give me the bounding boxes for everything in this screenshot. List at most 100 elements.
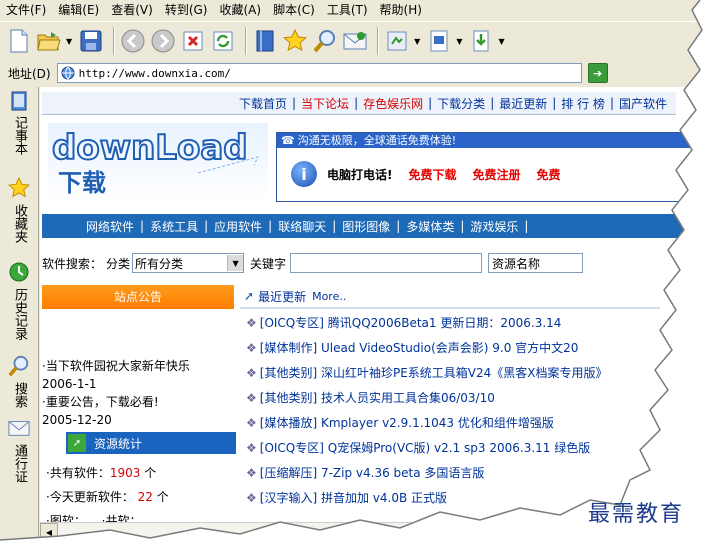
- nav-link-latest[interactable]: 最近更新: [494, 95, 552, 112]
- item-category[interactable]: [媒体制作]: [260, 341, 317, 355]
- menu-script[interactable]: 脚本(C): [267, 0, 321, 20]
- chevron-down-icon[interactable]: ▼: [66, 37, 72, 46]
- nav-link-home[interactable]: 下载首页: [234, 95, 292, 112]
- sidebar-item-search[interactable]: 搜索: [4, 355, 34, 408]
- nav-link-ranking[interactable]: 排 行 榜: [556, 95, 610, 112]
- item-category[interactable]: [媒体播放]: [260, 416, 317, 430]
- item-title[interactable]: 腾讯QQ2006Beta1 更新日期：2006.3.14: [328, 316, 562, 330]
- latest-header: ➚ 最近更新 More..: [240, 285, 660, 309]
- arrow-icon: ➚: [244, 289, 255, 303]
- favorites-button[interactable]: [282, 28, 308, 54]
- category-label: 分类: [106, 256, 131, 271]
- ad-banner[interactable]: ☎ 沟通无极限，全球通话免费体验! i 电脑打电话! 免费下载 免费注册 免费: [276, 132, 713, 202]
- item-title[interactable]: Q宠保姆Pro(VC版) v2.1 sp3 2006.3.11 绿色版: [328, 441, 590, 455]
- list-item[interactable]: ❖ [OICQ专区] Q宠保姆Pro(VC版) v2.1 sp3 2006.3.1…: [246, 436, 706, 461]
- ad-link-download[interactable]: 免费下载: [408, 166, 456, 183]
- ad-title-text: 沟通无极限，全球通话免费体验!: [297, 134, 457, 147]
- site-logo[interactable]: downLoad 下载: [48, 123, 268, 201]
- menu-favorites[interactable]: 收藏(A): [213, 0, 267, 20]
- chevron-down-icon[interactable]: ▼: [498, 37, 504, 46]
- item-title[interactable]: 拼音加加 v4.0B 正式版: [321, 491, 447, 505]
- settings-button[interactable]: [384, 28, 410, 54]
- stats-today: ·今天更新软件： 22 个: [46, 485, 246, 509]
- keyword-input[interactable]: [290, 253, 483, 273]
- settings-icon: [387, 31, 407, 51]
- forward-icon: [151, 29, 175, 53]
- cat-link-apps[interactable]: 应用软件: [208, 218, 268, 235]
- list-item[interactable]: ❖ [OICQ专区] 腾讯QQ2006Beta1 更新日期：2006.3.14: [246, 311, 706, 336]
- menu-bar: 文件(F) 编辑(E) 查看(V) 转到(G) 收藏(A) 脚本(C) 工具(T…: [0, 0, 713, 20]
- category-select-value: 所有分类: [135, 256, 184, 271]
- menu-view[interactable]: 查看(V): [105, 0, 159, 20]
- item-title[interactable]: 深山红叶袖珍PE系统工具箱V24《黑客X档案专用版》: [321, 366, 608, 380]
- item-category[interactable]: [其他类别]: [260, 366, 317, 380]
- logo-subtext: 下载: [58, 169, 106, 197]
- cat-link-games[interactable]: 游戏娱乐: [464, 218, 524, 235]
- item-title[interactable]: Kmplayer v2.9.1.1043 优化和组件增强版: [321, 416, 554, 430]
- cat-link-network[interactable]: 网络软件: [80, 218, 140, 235]
- download-button[interactable]: [468, 28, 494, 54]
- ad-link-free[interactable]: 免费: [537, 166, 561, 183]
- cat-link-system[interactable]: 系统工具: [144, 218, 204, 235]
- chevron-down-icon[interactable]: ▼: [414, 37, 420, 46]
- cat-link-chat[interactable]: 联络聊天: [272, 218, 332, 235]
- stats-unit: 个: [156, 490, 169, 504]
- refresh-button[interactable]: [210, 28, 236, 54]
- item-category[interactable]: [汉字输入]: [260, 491, 317, 505]
- diamond-bullet-icon: ❖: [246, 341, 257, 355]
- item-title[interactable]: Ulead VideoStudio(会声会影) 9.0 官方中文20: [321, 341, 578, 355]
- save-button[interactable]: [78, 28, 104, 54]
- open-folder-button[interactable]: [36, 28, 62, 54]
- list-item[interactable]: ❖ [媒体播放] Kmplayer v2.9.1.1043 优化和组件增强版: [246, 411, 706, 436]
- list-item[interactable]: ❖ [其他类别] 深山红叶袖珍PE系统工具箱V24《黑客X档案专用版》: [246, 361, 706, 386]
- sidebar-item-notepad[interactable]: 记事本: [4, 91, 34, 155]
- ad-link-register[interactable]: 免费注册: [473, 166, 521, 183]
- item-category[interactable]: [其他类别]: [260, 391, 317, 405]
- sidebar-item-history[interactable]: 历史记录: [4, 261, 34, 340]
- notice-item[interactable]: ·当下软件园祝大家新年快乐: [42, 357, 234, 375]
- stats-total: ·共有软件：1903 个: [46, 461, 246, 485]
- nav-link-entertainment[interactable]: 存色娱乐网: [358, 95, 428, 112]
- list-item[interactable]: ❖ [其他类别] 技术人员实用工具合集06/03/10: [246, 386, 706, 411]
- nav-link-categories[interactable]: 下载分类: [432, 95, 490, 112]
- menu-goto[interactable]: 转到(G): [159, 0, 214, 20]
- go-button[interactable]: ➔: [587, 63, 608, 83]
- forward-button[interactable]: [150, 28, 176, 54]
- sidebar-item-passport[interactable]: 通行证: [4, 417, 34, 483]
- item-category[interactable]: [OICQ专区]: [260, 441, 324, 455]
- menu-file[interactable]: 文件(F): [0, 0, 52, 20]
- notice-item[interactable]: ·重要公告，下载必看!: [42, 393, 234, 411]
- item-title[interactable]: 7-Zip v4.36 beta 多国语言版: [321, 466, 484, 480]
- list-item[interactable]: ❖ [媒体制作] Ulead VideoStudio(会声会影) 9.0 官方中文…: [246, 336, 706, 361]
- menu-edit[interactable]: 编辑(E): [52, 0, 105, 20]
- cat-link-graphics[interactable]: 图形图像: [336, 218, 396, 235]
- stop-button[interactable]: [180, 28, 206, 54]
- item-category[interactable]: [OICQ专区]: [260, 316, 324, 330]
- item-category[interactable]: [压缩解压]: [260, 466, 317, 480]
- page-button[interactable]: [426, 28, 452, 54]
- chevron-down-icon[interactable]: ▼: [456, 37, 462, 46]
- stats-today-label: ·今天更新软件：: [46, 490, 134, 504]
- menu-tools[interactable]: 工具(T): [321, 0, 374, 20]
- scroll-left-icon[interactable]: ◀: [40, 523, 58, 541]
- cat-link-multimedia[interactable]: 多媒体类: [400, 218, 460, 235]
- list-item[interactable]: ❖ [压缩解压] 7-Zip v4.36 beta 多国语言版: [246, 461, 706, 486]
- search-button[interactable]: [312, 28, 338, 54]
- nav-link-forum[interactable]: 当下论坛: [296, 95, 354, 112]
- address-input[interactable]: http://www.downxia.com/: [56, 63, 582, 83]
- ad-lead: 电脑打电话!: [327, 167, 393, 182]
- book-button[interactable]: [252, 28, 278, 54]
- menu-help[interactable]: 帮助(H): [374, 0, 428, 20]
- mail-button[interactable]: [342, 28, 368, 54]
- category-select[interactable]: 所有分类 ▼: [132, 253, 245, 273]
- nav-link-domestic[interactable]: 国产软件: [614, 95, 672, 112]
- sidebar-item-favorites[interactable]: 收藏夹: [4, 176, 34, 243]
- item-title[interactable]: 技术人员实用工具合集06/03/10: [321, 391, 495, 405]
- resource-name-select[interactable]: 资源名称: [488, 253, 584, 273]
- back-button[interactable]: [120, 28, 146, 54]
- new-page-button[interactable]: [6, 28, 32, 54]
- more-link[interactable]: More..: [312, 290, 346, 303]
- stats-today-value: 22: [137, 490, 153, 504]
- stats-unit: 个: [144, 466, 157, 480]
- stats-total-value: 1903: [109, 466, 141, 480]
